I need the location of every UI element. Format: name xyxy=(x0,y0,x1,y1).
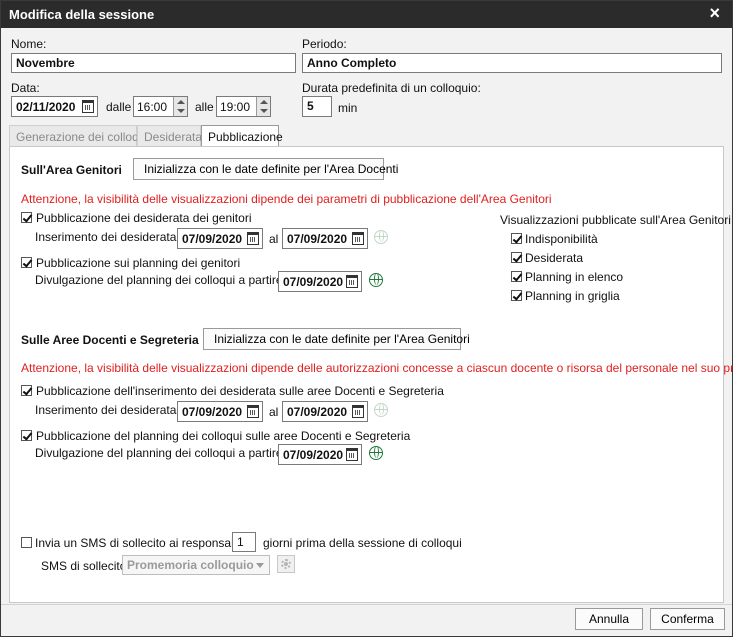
vis-planning-griglia-checkbox[interactable] xyxy=(511,290,522,301)
pubblicazione-panel: Sull'Area Genitori Inizializza con le da… xyxy=(9,146,733,603)
vis-planning-griglia-label: Planning in griglia xyxy=(525,289,620,303)
genitori-pub-planning-label: Pubblicazione sui planning dei genitori xyxy=(36,256,241,270)
vis-desiderata-label: Desiderata xyxy=(525,251,584,265)
nome-input[interactable]: Novembre xyxy=(11,53,296,73)
globe-icon[interactable] xyxy=(369,273,383,287)
docenti-pub-planning-label: Pubblicazione del planning dei colloqui … xyxy=(36,429,411,443)
dalle-label: dalle xyxy=(106,100,132,114)
tab-pubblicazione[interactable]: Pubblicazione xyxy=(201,125,283,148)
footer-divider xyxy=(1,604,732,605)
globe-icon[interactable] xyxy=(374,403,388,417)
calendar-icon[interactable] xyxy=(352,405,364,418)
sms-label-after: giorni prima della sessione di colloqui xyxy=(263,536,462,550)
close-icon[interactable]: × xyxy=(709,4,720,22)
calendar-icon[interactable] xyxy=(352,232,364,245)
alle-label: alle xyxy=(195,100,214,114)
visualizzazioni-title: Visualizzazioni pubblicate sull'Area Gen… xyxy=(500,213,731,227)
calendar-icon[interactable] xyxy=(247,405,259,418)
docenti-pub-desiderata-checkbox[interactable] xyxy=(21,385,32,396)
durata-input[interactable]: 5 xyxy=(302,96,332,117)
docenti-desiderata-range-label: Inserimento dei desiderata di xyxy=(35,403,190,417)
genitori-pub-desiderata-label: Pubblicazione dei desiderata dei genitor… xyxy=(36,211,252,225)
docenti-desiderata-to-input[interactable]: 07/09/2020 xyxy=(282,401,368,422)
tab-generazione[interactable]: Generazione dei colloqui xyxy=(9,125,148,147)
docenti-pub-desiderata-label: Pubblicazione dell'inserimento dei desid… xyxy=(36,384,444,398)
calendar-icon[interactable] xyxy=(346,275,358,288)
docenti-desiderata-from-value: 07/09/2020 xyxy=(182,405,243,419)
sms-sollecito-select[interactable]: Promemoria colloquio xyxy=(122,555,270,575)
sms-sollecito-label: SMS di sollecito xyxy=(41,559,127,573)
docenti-planning-from-input[interactable]: 07/09/2020 xyxy=(278,444,362,465)
calendar-icon[interactable] xyxy=(247,232,259,245)
genitori-desiderata-to-value: 07/09/2020 xyxy=(287,232,348,246)
genitori-warning: Attenzione, la visibilità delle visualiz… xyxy=(21,192,552,206)
durata-label: Durata predefinita di un colloquio: xyxy=(302,81,481,95)
vis-planning-elenco-label: Planning in elenco xyxy=(525,270,624,284)
genitori-section-title: Sull'Area Genitori xyxy=(21,163,122,177)
dalle-spinner[interactable] xyxy=(173,97,187,116)
sms-label-before: Invia un SMS di sollecito ai responsabil… xyxy=(35,536,246,550)
docenti-section-title: Sulle Aree Docenti e Segreteria xyxy=(21,333,199,347)
genitori-desiderata-from-value: 07/09/2020 xyxy=(182,232,243,246)
docenti-planning-from-value: 07/09/2020 xyxy=(283,448,344,462)
vis-indisponibilita-checkbox[interactable] xyxy=(511,233,522,244)
title-bar: Modifica della sessione × xyxy=(1,1,732,28)
init-from-genitori-button[interactable]: Inizializza con le date definite per l'A… xyxy=(203,328,470,350)
tab-desiderata[interactable]: Desiderata xyxy=(137,125,202,147)
alle-time-value: 19:00 xyxy=(220,100,251,114)
genitori-desiderata-from-input[interactable]: 07/09/2020 xyxy=(177,228,263,249)
periodo-label: Periodo: xyxy=(302,37,347,51)
genitori-al-label: al xyxy=(269,232,279,246)
docenti-pub-planning-checkbox[interactable] xyxy=(21,430,32,441)
globe-icon[interactable] xyxy=(374,230,388,244)
genitori-planning-from-value: 07/09/2020 xyxy=(283,275,344,289)
data-date-value: 02/11/2020 xyxy=(16,100,76,114)
alle-spinner[interactable] xyxy=(256,97,270,116)
cancel-button[interactable]: Annulla xyxy=(575,608,643,630)
vis-indisponibilita-label: Indisponibilità xyxy=(525,232,598,246)
genitori-planning-range-label: Divulgazione del planning dei colloqui a… xyxy=(35,273,302,287)
globe-icon[interactable] xyxy=(369,446,383,460)
dalle-time-value: 16:00 xyxy=(137,100,168,114)
genitori-pub-planning-checkbox[interactable] xyxy=(21,257,32,268)
gear-icon[interactable] xyxy=(277,555,295,573)
session-edit-dialog: Modifica della sessione × Nome: Novembre… xyxy=(0,0,733,637)
sms-sollecito-value: Promemoria colloquio xyxy=(127,558,254,572)
dalle-time-input[interactable]: 16:00 xyxy=(133,96,188,117)
sms-checkbox[interactable] xyxy=(21,537,32,548)
periodo-input[interactable]: Anno Completo xyxy=(302,53,722,73)
genitori-desiderata-range-label: Inserimento dei desiderata di xyxy=(35,230,190,244)
nome-label: Nome: xyxy=(11,37,47,51)
genitori-pub-desiderata-checkbox[interactable] xyxy=(21,212,32,223)
chevron-down-icon xyxy=(256,563,264,568)
docenti-warning: Attenzione, la visibilità delle visualiz… xyxy=(21,361,733,375)
calendar-icon[interactable] xyxy=(82,100,94,113)
docenti-al-label: al xyxy=(269,405,279,419)
genitori-desiderata-to-input[interactable]: 07/09/2020 xyxy=(282,228,368,249)
sms-days-input[interactable]: 1 xyxy=(232,532,256,552)
vis-planning-elenco-checkbox[interactable] xyxy=(511,271,522,282)
init-from-docenti-button[interactable]: Inizializza con le date definite per l'A… xyxy=(133,158,398,180)
data-date-input[interactable]: 02/11/2020 xyxy=(11,96,98,117)
durata-unit: min xyxy=(338,101,358,115)
dialog-title: Modifica della sessione xyxy=(9,7,155,22)
docenti-planning-range-label: Divulgazione del planning dei colloqui a… xyxy=(35,446,302,460)
alle-time-input[interactable]: 19:00 xyxy=(216,96,271,117)
confirm-button[interactable]: Conferma xyxy=(650,608,725,630)
genitori-planning-from-input[interactable]: 07/09/2020 xyxy=(278,271,362,292)
vis-desiderata-checkbox[interactable] xyxy=(511,252,522,263)
docenti-desiderata-to-value: 07/09/2020 xyxy=(287,405,348,419)
docenti-desiderata-from-input[interactable]: 07/09/2020 xyxy=(177,401,263,422)
data-label: Data: xyxy=(11,81,40,95)
calendar-icon[interactable] xyxy=(346,448,358,461)
